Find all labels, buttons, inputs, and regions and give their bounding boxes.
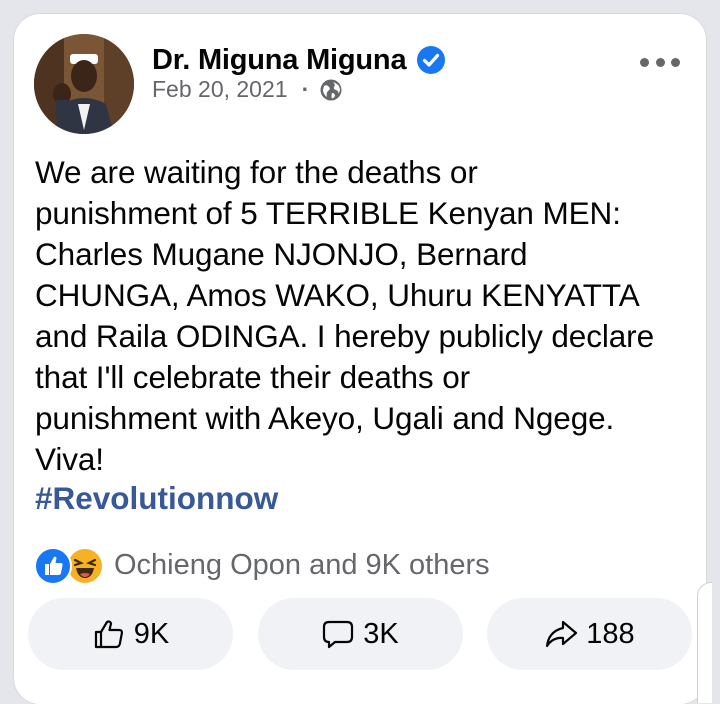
share-button[interactable]: 188 bbox=[487, 598, 692, 670]
like-count: 9K bbox=[133, 617, 170, 650]
post-text-line: CHUNGA, Amos WAKO, Uhuru KENYATTA bbox=[35, 277, 640, 313]
reactions-summary-text: Ochieng Opon and 9K others bbox=[114, 548, 490, 581]
post-date[interactable]: Feb 20, 2021 bbox=[152, 76, 288, 103]
more-dot bbox=[655, 57, 665, 67]
more-dot bbox=[640, 57, 649, 67]
post-text-line: punishment with Akeyo, Ugali and Ngege. bbox=[35, 400, 615, 436]
post-actions: 9K 3K 188 bbox=[28, 598, 692, 670]
author-avatar[interactable] bbox=[34, 34, 134, 134]
share-count: 188 bbox=[586, 617, 635, 650]
post-text-line: that I'll celebrate their deaths or bbox=[35, 359, 471, 395]
comment-count: 3K bbox=[363, 617, 399, 650]
post-card: Dr. Miguna Miguna Feb 20, 2021 · We are … bbox=[14, 14, 712, 704]
share-arrow-icon bbox=[546, 620, 578, 648]
author-name[interactable]: Dr. Miguna Miguna bbox=[152, 44, 407, 77]
like-reaction-icon bbox=[34, 547, 72, 585]
verified-badge-icon bbox=[417, 46, 446, 74]
hashtag-link[interactable]: #Revolutionnow bbox=[35, 480, 278, 517]
reactions-summary[interactable]: Ochieng Opon and 9K others bbox=[34, 547, 490, 585]
author-row: Dr. Miguna Miguna bbox=[152, 40, 446, 80]
more-options-icon[interactable] bbox=[640, 54, 680, 70]
more-dot bbox=[671, 57, 680, 67]
post-text-line: and Raila ODINGA. I hereby publicly decl… bbox=[35, 318, 654, 354]
globe-icon bbox=[320, 79, 342, 100]
meta-separator: · bbox=[301, 76, 310, 102]
post-text-line: We are waiting for the deaths or bbox=[35, 154, 478, 190]
comment-icon bbox=[323, 620, 354, 649]
reaction-icons bbox=[34, 547, 110, 585]
comment-button[interactable]: 3K bbox=[257, 598, 463, 670]
post-text-line: Charles Mugane NJONJO, Bernard bbox=[35, 236, 528, 272]
post-text-line: punishment of 5 TERRIBLE Kenyan MEN: bbox=[35, 195, 621, 231]
like-button[interactable]: 9K bbox=[28, 598, 233, 670]
post-meta: Feb 20, 2021 · bbox=[152, 76, 343, 103]
thumbs-up-icon bbox=[94, 620, 123, 649]
post-text-line: Viva! bbox=[35, 441, 104, 477]
post-text: We are waiting for the deaths or punishm… bbox=[35, 152, 695, 480]
